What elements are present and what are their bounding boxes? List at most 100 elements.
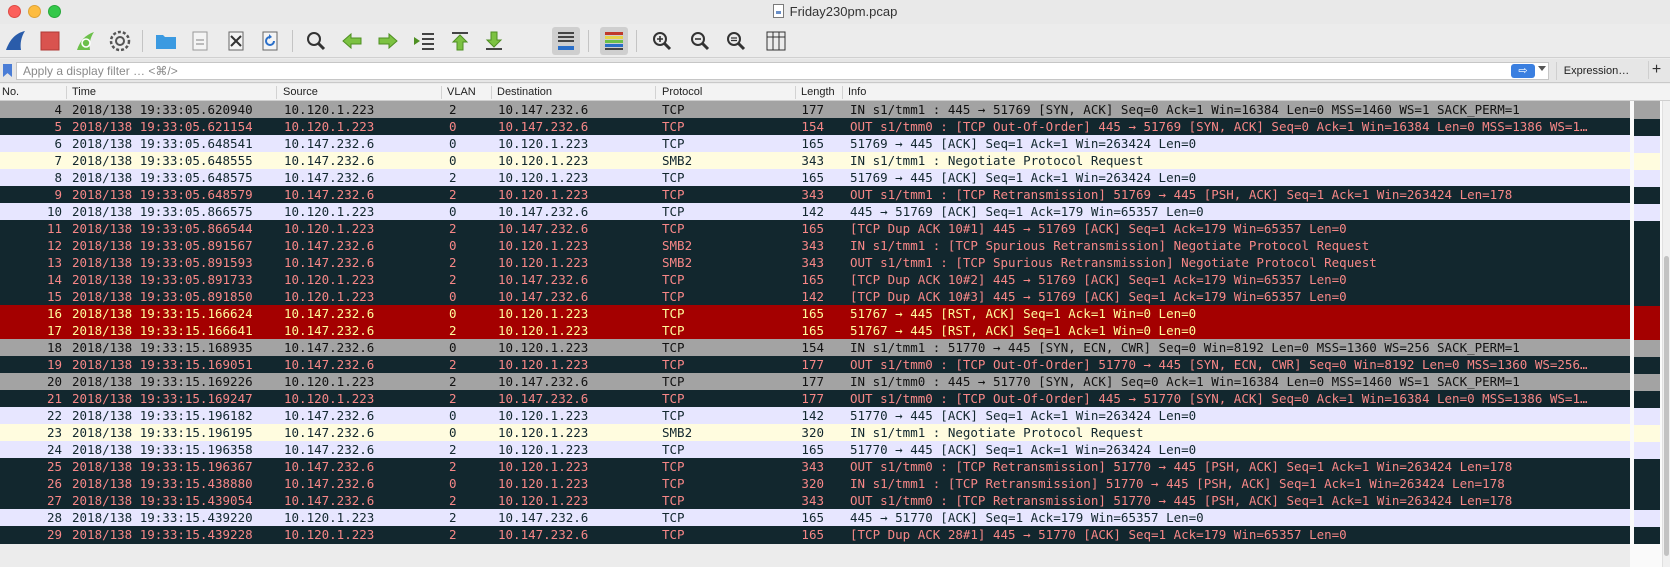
filter-history-dropdown-icon[interactable] bbox=[1538, 66, 1546, 71]
column-header-info[interactable]: Info bbox=[848, 86, 866, 98]
packet-row[interactable]: 12 2018/138 19:33:05.891567 10.147.232.6 0 1… bbox=[0, 237, 1630, 255]
minimap-row[interactable] bbox=[1634, 118, 1660, 136]
resize-columns-button[interactable] bbox=[762, 27, 790, 55]
column-divider[interactable] bbox=[276, 86, 277, 99]
minimap-row[interactable] bbox=[1634, 339, 1660, 357]
packet-row[interactable]: 23 2018/138 19:33:15.196195 10.147.232.6 0 1… bbox=[0, 424, 1630, 442]
zoom-normal-button[interactable] bbox=[722, 27, 750, 55]
packet-row[interactable]: 15 2018/138 19:33:05.891850 10.120.1.223 0 1… bbox=[0, 288, 1630, 306]
packet-row[interactable]: 10 2018/138 19:33:05.866575 10.120.1.223 0 1… bbox=[0, 203, 1630, 221]
column-header-source[interactable]: Source bbox=[283, 86, 318, 98]
minimap-row[interactable] bbox=[1634, 407, 1660, 425]
packet-vlan: 0 bbox=[449, 238, 457, 253]
packet-list[interactable]: 4 2018/138 19:33:05.620940 10.120.1.223 2 10… bbox=[0, 101, 1630, 567]
minimap-row[interactable] bbox=[1634, 220, 1660, 238]
packet-row[interactable]: 13 2018/138 19:33:05.891593 10.147.232.6 2 1… bbox=[0, 254, 1630, 272]
go-back-button[interactable] bbox=[338, 27, 366, 55]
packet-row[interactable]: 9 2018/138 19:33:05.648579 10.147.232.6 2 10… bbox=[0, 186, 1630, 204]
column-header-time[interactable]: Time bbox=[72, 86, 96, 98]
minimap-row[interactable] bbox=[1634, 424, 1660, 442]
minimap-row[interactable] bbox=[1634, 492, 1660, 510]
packet-row[interactable]: 20 2018/138 19:33:15.169226 10.120.1.223 2 1… bbox=[0, 373, 1630, 391]
packet-row[interactable]: 26 2018/138 19:33:15.438880 10.147.232.6 0 1… bbox=[0, 475, 1630, 493]
find-packet-button[interactable] bbox=[302, 27, 330, 55]
packet-row[interactable]: 4 2018/138 19:33:05.620940 10.120.1.223 2 10… bbox=[0, 101, 1630, 119]
packet-row[interactable]: 21 2018/138 19:33:15.169247 10.120.1.223 2 1… bbox=[0, 390, 1630, 408]
packet-row[interactable]: 25 2018/138 19:33:15.196367 10.147.232.6 2 1… bbox=[0, 458, 1630, 476]
column-divider[interactable] bbox=[655, 86, 656, 99]
packet-protocol: TCP bbox=[662, 204, 685, 219]
zoom-in-button[interactable] bbox=[648, 27, 676, 55]
minimap-row[interactable] bbox=[1634, 390, 1660, 408]
column-header-no[interactable]: No. bbox=[2, 86, 19, 98]
column-divider[interactable] bbox=[795, 86, 796, 99]
minimap-row[interactable] bbox=[1634, 101, 1660, 119]
packet-row[interactable]: 7 2018/138 19:33:05.648555 10.147.232.6 0 10… bbox=[0, 152, 1630, 170]
column-divider[interactable] bbox=[491, 86, 492, 99]
minimap-row[interactable] bbox=[1634, 271, 1660, 289]
bookmark-icon[interactable] bbox=[3, 64, 12, 77]
close-file-button[interactable] bbox=[222, 27, 250, 55]
zoom-out-button[interactable] bbox=[686, 27, 714, 55]
reload-file-button[interactable] bbox=[256, 27, 284, 55]
display-filter-input[interactable] bbox=[16, 62, 1549, 80]
apply-filter-button[interactable]: ⇨ bbox=[1511, 64, 1535, 78]
go-to-packet-button[interactable] bbox=[410, 27, 438, 55]
packet-row[interactable]: 28 2018/138 19:33:15.439220 10.120.1.223 2 1… bbox=[0, 509, 1630, 527]
minimap-row[interactable] bbox=[1634, 254, 1660, 272]
packet-row[interactable]: 19 2018/138 19:33:15.169051 10.147.232.6 2 1… bbox=[0, 356, 1630, 374]
minimap-row[interactable] bbox=[1634, 152, 1660, 170]
minimap-row[interactable] bbox=[1634, 135, 1660, 153]
scrollbar-thumb[interactable] bbox=[1664, 256, 1669, 556]
column-divider[interactable] bbox=[441, 86, 442, 99]
minimap-row[interactable] bbox=[1634, 356, 1660, 374]
packet-row[interactable]: 22 2018/138 19:33:15.196182 10.147.232.6 0 1… bbox=[0, 407, 1630, 425]
start-capture-button[interactable] bbox=[2, 27, 30, 55]
minimap-row[interactable] bbox=[1634, 509, 1660, 527]
packet-row[interactable]: 17 2018/138 19:33:15.166641 10.147.232.6 2 1… bbox=[0, 322, 1630, 340]
minimap-row[interactable] bbox=[1634, 441, 1660, 459]
packet-info: IN s1/tmm1 : 445 → 51769 [SYN, ACK] Seq=… bbox=[850, 102, 1520, 117]
go-forward-button[interactable] bbox=[374, 27, 402, 55]
column-divider[interactable] bbox=[66, 86, 67, 99]
packet-row[interactable]: 14 2018/138 19:33:05.891733 10.120.1.223 2 1… bbox=[0, 271, 1630, 289]
expression-button[interactable]: Expression… bbox=[1556, 62, 1636, 80]
packet-list-scrollbar[interactable] bbox=[1630, 101, 1670, 567]
packet-row[interactable]: 24 2018/138 19:33:15.196358 10.147.232.6 2 1… bbox=[0, 441, 1630, 459]
minimap-row[interactable] bbox=[1634, 458, 1660, 476]
add-filter-button[interactable]: + bbox=[1648, 61, 1664, 79]
stop-capture-button[interactable] bbox=[36, 27, 64, 55]
packet-length: 165 bbox=[801, 323, 824, 338]
column-header-length[interactable]: Length bbox=[801, 86, 835, 98]
packet-row[interactable]: 11 2018/138 19:33:05.866544 10.120.1.223 2 1… bbox=[0, 220, 1630, 238]
column-divider[interactable] bbox=[842, 86, 843, 99]
minimap-row[interactable] bbox=[1634, 186, 1660, 204]
capture-options-button[interactable] bbox=[106, 27, 134, 55]
packet-row[interactable]: 8 2018/138 19:33:05.648575 10.147.232.6 2 10… bbox=[0, 169, 1630, 187]
open-file-button[interactable] bbox=[152, 27, 180, 55]
packet-row[interactable]: 16 2018/138 19:33:15.166624 10.147.232.6 0 1… bbox=[0, 305, 1630, 323]
minimap-row[interactable] bbox=[1634, 526, 1660, 544]
packet-row[interactable]: 6 2018/138 19:33:05.648541 10.147.232.6 0 10… bbox=[0, 135, 1630, 153]
minimap-row[interactable] bbox=[1634, 475, 1660, 493]
restart-capture-button[interactable] bbox=[72, 27, 100, 55]
last-packet-button[interactable] bbox=[480, 27, 508, 55]
autoscroll-button[interactable] bbox=[552, 27, 580, 55]
minimap-row[interactable] bbox=[1634, 373, 1660, 391]
column-header-destination[interactable]: Destination bbox=[497, 86, 552, 98]
packet-row[interactable]: 18 2018/138 19:33:15.168935 10.147.232.6 0 1… bbox=[0, 339, 1630, 357]
column-header-protocol[interactable]: Protocol bbox=[662, 86, 702, 98]
packet-row[interactable]: 5 2018/138 19:33:05.621154 10.120.1.223 0 10… bbox=[0, 118, 1630, 136]
minimap-row[interactable] bbox=[1634, 203, 1660, 221]
minimap-row[interactable] bbox=[1634, 288, 1660, 306]
minimap-row[interactable] bbox=[1634, 169, 1660, 187]
colorize-button[interactable] bbox=[600, 27, 628, 55]
packet-row[interactable]: 27 2018/138 19:33:15.439054 10.147.232.6 2 1… bbox=[0, 492, 1630, 510]
first-packet-button[interactable] bbox=[446, 27, 474, 55]
minimap-row[interactable] bbox=[1634, 305, 1660, 323]
packet-row[interactable]: 29 2018/138 19:33:15.439228 10.120.1.223 2 1… bbox=[0, 526, 1630, 544]
minimap-row[interactable] bbox=[1634, 237, 1660, 255]
minimap-row[interactable] bbox=[1634, 322, 1660, 340]
save-file-button[interactable] bbox=[186, 27, 214, 55]
column-header-vlan[interactable]: VLAN bbox=[447, 86, 476, 98]
